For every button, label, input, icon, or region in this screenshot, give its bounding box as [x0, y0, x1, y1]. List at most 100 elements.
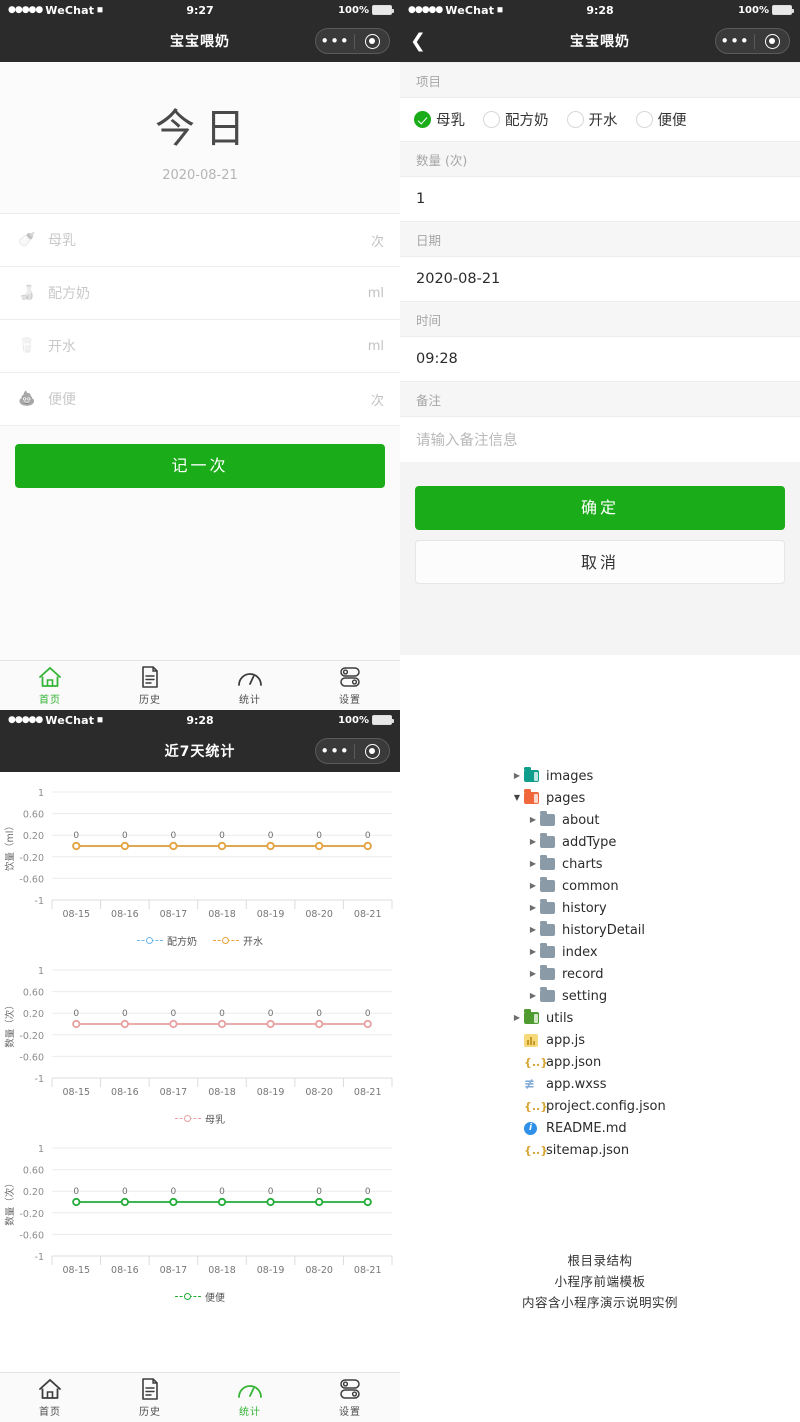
- tree-row[interactable]: ▶{..}app.json: [510, 1051, 800, 1073]
- tree-row[interactable]: ▶ index: [510, 941, 800, 963]
- tree-item-label: historyDetail: [562, 922, 646, 938]
- tab-history[interactable]: 历史: [100, 665, 200, 706]
- chevron-right-icon[interactable]: ▶: [510, 1014, 524, 1022]
- cancel-button[interactable]: 取消: [415, 540, 785, 584]
- legend-item[interactable]: 配方奶: [137, 933, 197, 948]
- list-item-unit: 次: [370, 234, 384, 250]
- chevron-down-icon[interactable]: ▼: [510, 794, 524, 802]
- radio-circle-icon: [483, 111, 500, 128]
- wechat-capsule[interactable]: •••: [315, 738, 390, 764]
- svg-text:0: 0: [268, 831, 274, 841]
- tree-item-label: sitemap.json: [546, 1142, 630, 1158]
- folder-icon: [540, 987, 562, 1002]
- record-once-button[interactable]: 记一次: [15, 444, 385, 488]
- tree-row[interactable]: ▶ images: [510, 765, 800, 787]
- chevron-right-icon[interactable]: ▶: [526, 970, 540, 978]
- tree-item-label: addType: [562, 834, 617, 850]
- svg-text:1: 1: [38, 788, 44, 799]
- chevron-right-icon[interactable]: ▶: [526, 838, 540, 846]
- svg-text:08-21: 08-21: [354, 1087, 382, 1098]
- more-menu-icon[interactable]: •••: [316, 743, 354, 759]
- svg-text:0: 0: [365, 1009, 371, 1019]
- tree-row[interactable]: ▶ history: [510, 897, 800, 919]
- svg-text:0: 0: [122, 1187, 128, 1197]
- chevron-right-icon[interactable]: ▶: [526, 904, 540, 912]
- tab-statistics[interactable]: 统计: [200, 1377, 300, 1418]
- list-item-label: 便便: [48, 392, 76, 408]
- radio-breast-milk[interactable]: 母乳: [414, 109, 465, 130]
- svg-text:-0.60: -0.60: [19, 1052, 44, 1063]
- legend-label: 便便: [205, 1293, 225, 1304]
- tree-row[interactable]: ▶ record: [510, 963, 800, 985]
- document-icon: [139, 1377, 161, 1401]
- tree-item-label: history: [562, 900, 607, 916]
- tab-history[interactable]: 历史: [100, 1377, 200, 1418]
- tree-row[interactable]: ▶ addType: [510, 831, 800, 853]
- wechat-capsule[interactable]: •••: [715, 28, 790, 54]
- note-input[interactable]: 请输入备注信息: [400, 417, 800, 462]
- svg-text:08-17: 08-17: [160, 1265, 188, 1276]
- svg-text:08-21: 08-21: [354, 1265, 382, 1276]
- list-item[interactable]: 💩 便便 次: [0, 373, 400, 426]
- radio-formula-milk[interactable]: 配方奶: [483, 109, 549, 130]
- legend-item[interactable]: 母乳: [175, 1111, 225, 1126]
- close-target-icon[interactable]: [355, 743, 389, 759]
- chevron-right-icon[interactable]: ▶: [526, 860, 540, 868]
- quantity-input[interactable]: 1: [400, 177, 800, 221]
- close-target-icon[interactable]: [355, 33, 389, 49]
- tab-statistics[interactable]: 统计: [200, 665, 300, 706]
- legend-item[interactable]: 开水: [213, 933, 263, 948]
- tab-home[interactable]: 首页: [0, 1377, 100, 1418]
- tree-row[interactable]: ▶ utils: [510, 1007, 800, 1029]
- time-picker[interactable]: 09:28: [400, 337, 800, 381]
- tab-settings[interactable]: 设置: [300, 1377, 400, 1418]
- tree-row[interactable]: ▶app.js: [510, 1029, 800, 1051]
- tab-settings[interactable]: 设置: [300, 665, 400, 706]
- svg-text:-0.60: -0.60: [19, 874, 44, 885]
- annotation-line: 内容含小程序演示说明实例: [521, 1295, 678, 1310]
- chevron-right-icon[interactable]: ▶: [526, 948, 540, 956]
- tree-item-label: about: [562, 812, 600, 828]
- tree-row[interactable]: ▶ setting: [510, 985, 800, 1007]
- tree-row[interactable]: ▶≢app.wxss: [510, 1073, 800, 1095]
- wechat-capsule[interactable]: •••: [315, 28, 390, 54]
- radio-poop[interactable]: 便便: [635, 109, 687, 130]
- svg-text:08-17: 08-17: [160, 909, 188, 920]
- chevron-right-icon[interactable]: ▶: [526, 992, 540, 1000]
- list-item[interactable]: 🥛 开水 ml: [0, 320, 400, 373]
- svg-text:0: 0: [122, 831, 128, 841]
- tree-row[interactable]: ▶ charts: [510, 853, 800, 875]
- chevron-right-icon[interactable]: ▶: [526, 882, 540, 890]
- battery-icon: [372, 715, 394, 725]
- tree-row[interactable]: ▶{..}project.config.json: [510, 1095, 800, 1117]
- svg-text:0: 0: [122, 1009, 128, 1019]
- date-picker[interactable]: 2020-08-21: [400, 257, 800, 301]
- tree-row[interactable]: ▶ about: [510, 809, 800, 831]
- chevron-right-icon[interactable]: ▶: [526, 926, 540, 934]
- svg-text:0: 0: [219, 831, 225, 841]
- list-item[interactable]: 🍶 配方奶 ml: [0, 267, 400, 320]
- tree-row[interactable]: ▶ common: [510, 875, 800, 897]
- close-target-icon[interactable]: [755, 33, 789, 49]
- confirm-button[interactable]: 确定: [415, 486, 785, 530]
- chevron-right-icon[interactable]: ▶: [526, 816, 540, 824]
- tree-row[interactable]: ▶iREADME.md: [510, 1117, 800, 1139]
- svg-text:08-18: 08-18: [208, 1087, 236, 1098]
- tree-row[interactable]: ▼ pages: [510, 787, 800, 809]
- more-menu-icon[interactable]: •••: [316, 33, 354, 49]
- radio-water[interactable]: 开水: [566, 109, 618, 130]
- folder-icon: [540, 877, 562, 892]
- note-field-label: 备注: [400, 381, 800, 417]
- gauge-icon: [236, 665, 264, 689]
- svg-text:-1: -1: [35, 1074, 44, 1085]
- svg-text:0: 0: [316, 831, 322, 841]
- radio-circle-icon: [635, 111, 653, 128]
- tab-home[interactable]: 首页: [0, 665, 100, 706]
- tree-row[interactable]: ▶ historyDetail: [510, 919, 800, 941]
- svg-text:0: 0: [73, 1187, 79, 1197]
- chevron-right-icon[interactable]: ▶: [510, 772, 524, 780]
- tree-row[interactable]: ▶{..}sitemap.json: [510, 1139, 800, 1161]
- more-menu-icon[interactable]: •••: [716, 33, 754, 49]
- list-item[interactable]: 🍼 母乳 次: [0, 214, 400, 267]
- legend-item[interactable]: 便便: [175, 1289, 225, 1304]
